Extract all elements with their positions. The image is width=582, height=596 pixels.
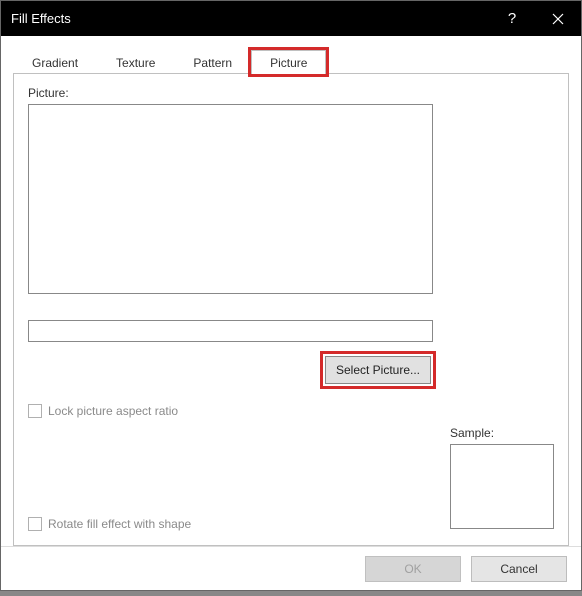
help-button[interactable]: ? [489, 1, 535, 36]
tab-pattern[interactable]: Pattern [174, 50, 251, 74]
select-picture-button[interactable]: Select Picture... [325, 356, 431, 384]
picture-tab-panel: Picture: Select Picture... Lock picture … [13, 74, 569, 546]
tab-gradient[interactable]: Gradient [13, 50, 97, 74]
cancel-button[interactable]: Cancel [471, 556, 567, 582]
lock-aspect-label: Lock picture aspect ratio [48, 404, 178, 418]
rotate-row: Rotate fill effect with shape [28, 517, 191, 531]
dialog-title: Fill Effects [11, 11, 489, 26]
fill-effects-dialog: Fill Effects ? Gradient Texture Pattern … [0, 0, 582, 591]
sample-preview [450, 444, 554, 529]
tab-label: Pattern [193, 56, 232, 70]
sample-label: Sample: [450, 426, 554, 440]
picture-label: Picture: [28, 86, 554, 100]
picture-preview [28, 104, 433, 294]
select-picture-highlight: Select Picture... [323, 354, 433, 386]
tab-label: Picture [270, 56, 307, 70]
ok-button: OK [365, 556, 461, 582]
titlebar: Fill Effects ? [1, 1, 581, 36]
tab-texture[interactable]: Texture [97, 50, 174, 74]
tab-label: Texture [116, 56, 155, 70]
tab-bar: Gradient Texture Pattern Picture [13, 48, 569, 74]
picture-name-field[interactable] [28, 320, 433, 342]
close-icon [552, 13, 564, 25]
close-button[interactable] [535, 1, 581, 36]
lock-aspect-checkbox[interactable] [28, 404, 42, 418]
lock-aspect-row: Lock picture aspect ratio [28, 404, 554, 418]
dialog-body: Gradient Texture Pattern Picture Picture… [1, 36, 581, 546]
rotate-checkbox[interactable] [28, 517, 42, 531]
help-icon: ? [508, 10, 516, 27]
rotate-label: Rotate fill effect with shape [48, 517, 191, 531]
tab-label: Gradient [32, 56, 78, 70]
tab-picture[interactable]: Picture [251, 50, 326, 74]
dialog-footer: OK Cancel [1, 546, 581, 590]
sample-area: Sample: [450, 426, 554, 529]
select-picture-wrap: Select Picture... [28, 354, 433, 386]
